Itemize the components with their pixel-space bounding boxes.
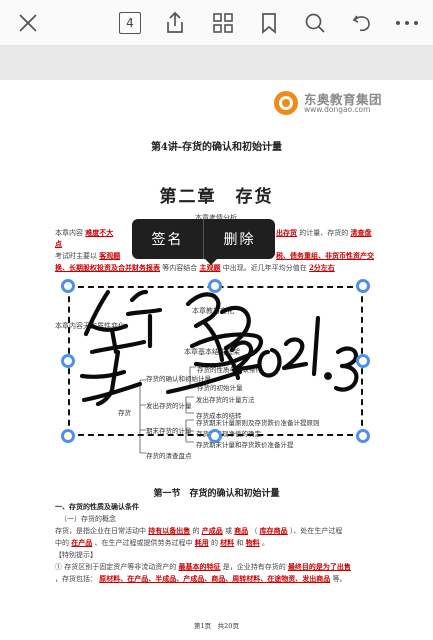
resize-handle-right[interactable] [356, 354, 370, 368]
resize-handle-bottom-left[interactable] [61, 429, 75, 443]
resize-handle-left[interactable] [61, 354, 75, 368]
resize-handle-bottom-right[interactable] [356, 429, 370, 443]
resize-handle-top[interactable] [208, 279, 222, 293]
resize-handle-top-left[interactable] [61, 279, 75, 293]
resize-handle-bottom[interactable] [208, 429, 222, 443]
signature-selection-box[interactable] [68, 286, 363, 436]
resize-handle-top-right[interactable] [356, 279, 370, 293]
